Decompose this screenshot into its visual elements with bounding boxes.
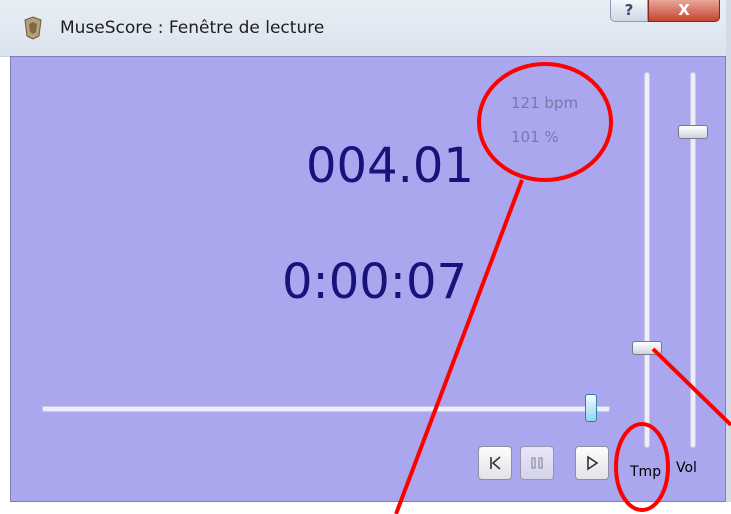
tempo-slider-handle[interactable] (632, 341, 662, 355)
title-bar[interactable]: MuseScore : Fenêtre de lecture ? X (0, 0, 731, 57)
volume-slider-label: Vol (676, 460, 697, 476)
tempo-slider-track[interactable] (644, 72, 650, 448)
elapsed-time-display: 0:00:07 (282, 254, 468, 310)
volume-slider-handle[interactable] (678, 125, 708, 139)
help-button[interactable]: ? (610, 0, 648, 22)
pause-icon (531, 457, 543, 469)
close-button[interactable]: X (648, 0, 720, 22)
play-button[interactable] (575, 446, 609, 480)
tempo-bpm-readout: 121 bpm (511, 94, 579, 112)
tempo-slider-label: Tmp (630, 464, 662, 480)
rewind-icon (490, 456, 501, 470)
rewind-button[interactable] (478, 446, 512, 480)
position-slider-handle[interactable] (585, 394, 597, 422)
relative-tempo-readout: 101 % (511, 128, 559, 146)
window-frame-right (726, 0, 731, 514)
measure-position-display: 004.01 (306, 138, 474, 194)
pause-button[interactable] (520, 446, 554, 480)
position-slider-track[interactable] (42, 406, 610, 412)
window-bottom-edge (0, 502, 731, 514)
window-title: MuseScore : Fenêtre de lecture (60, 18, 325, 38)
play-icon (587, 455, 599, 471)
playback-window: MuseScore : Fenêtre de lecture ? X 121 b… (0, 0, 731, 514)
musescore-logo-icon (24, 16, 42, 40)
